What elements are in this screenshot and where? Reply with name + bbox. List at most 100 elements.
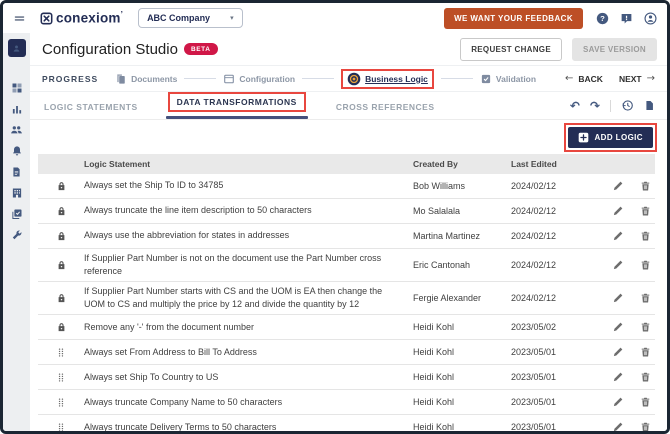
- annotation-highlight-add-logic: ADD LOGIC: [564, 123, 658, 152]
- conexiom-logo-icon: [40, 12, 53, 25]
- add-logic-button[interactable]: ADD LOGIC: [568, 127, 654, 148]
- last-edited-text: 2024/02/12: [511, 181, 597, 191]
- created-by-text: Heidi Kohl: [413, 347, 511, 357]
- pencil-icon[interactable]: [612, 205, 624, 217]
- pencil-icon[interactable]: [612, 292, 624, 304]
- logic-statement-text: Always set From Address to Bill To Addre…: [84, 346, 413, 359]
- feedback-button[interactable]: WE WANT YOUR FEEDBACK: [444, 8, 583, 29]
- trash-icon[interactable]: [640, 259, 651, 271]
- logic-statement-text: If Supplier Part Number is not on the do…: [84, 252, 413, 278]
- lock-icon: [56, 205, 67, 217]
- progress-step[interactable]: Validation: [434, 73, 536, 85]
- created-by-text: Heidi Kohl: [413, 422, 511, 432]
- progress-step[interactable]: Configuration: [177, 73, 295, 85]
- company-selector[interactable]: ABC Company ▾: [138, 8, 243, 28]
- logic-statement-text: Always set Ship To Country to US: [84, 371, 413, 384]
- sidebar-item[interactable]: [3, 161, 30, 182]
- sidebar-item[interactable]: [3, 140, 30, 161]
- pencil-icon[interactable]: [612, 421, 624, 433]
- progress-bar: PROGRESS Documents: [30, 65, 667, 92]
- user-icon[interactable]: [644, 12, 657, 25]
- user-badge-icon: [11, 43, 22, 54]
- trash-icon[interactable]: [640, 205, 651, 217]
- chat-icon[interactable]: [620, 12, 633, 25]
- trash-icon[interactable]: [640, 421, 651, 433]
- validation-icon: [480, 73, 492, 85]
- pencil-icon[interactable]: [612, 230, 624, 242]
- trash-icon[interactable]: [640, 321, 651, 333]
- logic-statement-text: If Supplier Part Number starts with CS a…: [84, 285, 413, 311]
- sidebar-item[interactable]: [3, 182, 30, 203]
- help-icon[interactable]: ?: [596, 12, 609, 25]
- document-icon: [11, 166, 22, 178]
- back-button[interactable]: ← BACK: [565, 74, 603, 84]
- pencil-icon[interactable]: [612, 396, 624, 408]
- company-selector-value: ABC Company: [147, 13, 210, 23]
- table-row: Always truncate the line item descriptio…: [38, 199, 655, 224]
- progress-step[interactable]: Business Logic: [295, 69, 434, 89]
- sidebar-item[interactable]: [3, 119, 30, 140]
- beta-badge: BETA: [184, 43, 218, 55]
- request-change-button[interactable]: REQUEST CHANGE: [460, 38, 562, 61]
- trash-icon[interactable]: [640, 396, 651, 408]
- step-label: Validation: [496, 74, 536, 84]
- tab[interactable]: CROSS REFERENCES: [334, 102, 437, 119]
- next-button[interactable]: NEXT →: [619, 74, 655, 84]
- dashboard-icon: [11, 82, 23, 94]
- drag-handle-icon[interactable]: [56, 371, 66, 384]
- plus-square-icon: [578, 132, 589, 143]
- trash-icon[interactable]: [640, 230, 651, 242]
- pencil-icon[interactable]: [612, 259, 624, 271]
- trash-icon[interactable]: [640, 346, 651, 358]
- progress-step[interactable]: Documents: [115, 73, 177, 85]
- chevron-down-icon: ▾: [230, 15, 234, 22]
- sidebar-item[interactable]: [3, 203, 30, 224]
- tab[interactable]: DATA TRANSFORMATIONS: [166, 92, 308, 119]
- table-row: Always set Ship To Country to US Heidi K…: [38, 365, 655, 390]
- history-icon[interactable]: [621, 99, 634, 112]
- sidebar-item[interactable]: [3, 224, 30, 245]
- trash-icon[interactable]: [640, 180, 651, 192]
- bell-icon: [11, 145, 23, 157]
- tasks-icon: [11, 208, 23, 220]
- created-by-text: Mo Salalala: [413, 206, 511, 216]
- menu-icon[interactable]: [11, 12, 27, 25]
- drag-handle-icon[interactable]: [56, 346, 66, 359]
- lock-icon: [56, 180, 67, 192]
- redo-icon[interactable]: ↷: [590, 100, 600, 112]
- sidebar-item[interactable]: [8, 39, 26, 57]
- last-edited-text: 2023/05/01: [511, 397, 597, 407]
- undo-icon[interactable]: ↶: [570, 100, 580, 112]
- table-row: Always set From Address to Bill To Addre…: [38, 340, 655, 365]
- table-header: Logic Statement Created By Last Edited: [38, 154, 655, 174]
- step-connector: [302, 78, 334, 79]
- pencil-icon[interactable]: [612, 346, 624, 358]
- tab[interactable]: LOGIC STATEMENTS: [42, 102, 140, 119]
- column-created-by: Created By: [413, 159, 511, 169]
- save-version-button[interactable]: SAVE VERSION: [572, 38, 657, 61]
- main-panel: Configuration Studio BETA REQUEST CHANGE…: [30, 33, 667, 431]
- sidebar-item[interactable]: [3, 77, 30, 98]
- pencil-icon[interactable]: [612, 321, 624, 333]
- pencil-icon[interactable]: [612, 371, 624, 383]
- created-by-text: Martina Martinez: [413, 231, 511, 241]
- drag-handle-icon[interactable]: [56, 396, 66, 409]
- logic-statement-text: Always truncate Delivery Terms to 50 cha…: [84, 421, 413, 434]
- sidebar-item[interactable]: [3, 98, 30, 119]
- pencil-icon[interactable]: [612, 180, 624, 192]
- lock-icon: [56, 259, 67, 271]
- copy-page-icon[interactable]: [644, 99, 655, 112]
- trash-icon[interactable]: [640, 371, 651, 383]
- trash-icon[interactable]: [640, 292, 651, 304]
- app-window: conexiom ABC Company ▾ WE WANT YOUR FEED…: [0, 0, 670, 434]
- wizard-nav: ← BACK NEXT →: [565, 74, 655, 84]
- drag-handle-icon[interactable]: [56, 421, 66, 434]
- created-by-text: Heidi Kohl: [413, 372, 511, 382]
- arrow-left-icon: ←: [565, 74, 573, 84]
- lock-icon: [56, 230, 67, 242]
- step-label: Configuration: [239, 74, 295, 84]
- last-edited-text: 2024/02/12: [511, 260, 597, 270]
- created-by-text: Bob Williams: [413, 181, 511, 191]
- logic-statement-text: Always truncate the line item descriptio…: [84, 204, 413, 217]
- progress-label: PROGRESS: [42, 74, 98, 84]
